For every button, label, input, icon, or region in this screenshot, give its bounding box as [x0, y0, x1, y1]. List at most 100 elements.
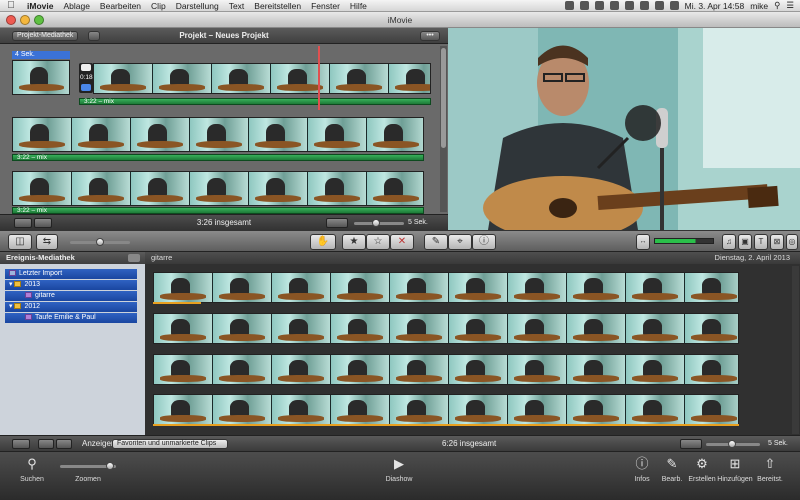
play-project-button[interactable] [34, 218, 52, 228]
project-clip-1[interactable] [12, 60, 70, 95]
swap-panes-button[interactable]: ⇆ [36, 234, 58, 250]
unmark-button[interactable]: ☆ [366, 234, 390, 250]
inspector-button[interactable]: ⓘ [472, 234, 496, 250]
event-clip-row[interactable] [153, 354, 739, 385]
scrollbar-thumb[interactable] [441, 48, 446, 148]
spotlight-icon[interactable]: ⚲ [774, 0, 780, 11]
thumbnail-person [148, 123, 167, 143]
library-item-2012[interactable]: ▾ 2012 [5, 302, 137, 312]
time-machine-icon[interactable] [609, 1, 619, 10]
slideshow-button[interactable]: Diashow [377, 476, 421, 483]
library-item-2013[interactable]: ▾ 2013 [5, 280, 137, 290]
audio-track-1[interactable]: 3:22 – mix [79, 98, 431, 105]
battery-icon[interactable] [669, 1, 679, 10]
thumbnail-guitar [136, 195, 184, 203]
share-button[interactable]: Bereitst. [748, 476, 792, 483]
library-options-button[interactable] [128, 254, 140, 262]
close-window-button[interactable] [6, 15, 16, 25]
browser-zoom-knob[interactable] [728, 440, 736, 448]
browser-waveform-button[interactable] [680, 439, 702, 449]
lock-icon[interactable] [594, 1, 604, 10]
user-name[interactable]: mike [750, 1, 768, 11]
menu-darstellung[interactable]: Darstellung [171, 1, 224, 11]
project-library-button[interactable]: Projekt-Mediathek [12, 31, 79, 41]
search-icon[interactable]: ⚲ [24, 456, 40, 472]
speaker-icon[interactable] [81, 64, 91, 71]
play-event-button[interactable] [56, 439, 72, 449]
show-library-button[interactable] [12, 439, 30, 449]
audio-mute-button[interactable]: ↔ [636, 234, 650, 250]
menu-clip[interactable]: Clip [146, 1, 171, 11]
thumbnail-person [171, 400, 190, 417]
project-toggle-button[interactable] [88, 31, 100, 41]
play-selection-button[interactable] [38, 439, 54, 449]
select-tool-button[interactable]: ✋ [310, 234, 336, 250]
menu-hilfe[interactable]: Hilfe [345, 1, 372, 11]
project-zoom-knob[interactable] [372, 219, 380, 227]
waveform-button[interactable] [326, 218, 348, 228]
menu-bearbeiten[interactable]: Bearbeiten [95, 1, 146, 11]
status-icon[interactable] [564, 1, 574, 10]
clip-gear-icon[interactable] [81, 84, 91, 91]
project-clip-3[interactable] [12, 117, 424, 152]
reject-button[interactable]: ✕ [390, 234, 414, 250]
clock[interactable]: Mi. 3. Apr 14:58 [685, 1, 745, 11]
fullscreen-button[interactable] [14, 218, 32, 228]
library-item-gitarre[interactable]: gitarre [5, 291, 137, 301]
keyword-button[interactable]: ✎ [424, 234, 448, 250]
library-item-last-import[interactable]: Letzter Import [5, 269, 137, 279]
share-icon[interactable]: ⇧ [762, 456, 778, 472]
crop-button[interactable]: ⌖ [448, 234, 472, 250]
add-icon[interactable]: ⊞ [727, 456, 743, 472]
wifi-icon[interactable] [639, 1, 649, 10]
apple-menu-icon[interactable]:  [0, 0, 22, 11]
minimize-window-button[interactable] [20, 15, 30, 25]
menu-bereitstellen[interactable]: Bereitstellen [249, 1, 306, 11]
project-clip-4[interactable] [12, 171, 424, 206]
menu-fenster[interactable]: Fenster [306, 1, 345, 11]
favorite-button[interactable]: ★ [342, 234, 366, 250]
event-clip-row[interactable] [153, 272, 739, 303]
video-viewer[interactable] [448, 28, 800, 230]
audio-track-2[interactable]: 3:22 – mix [12, 154, 424, 161]
project-clip-2[interactable] [93, 63, 431, 94]
audio-track-3[interactable]: 3:22 – mix [12, 207, 424, 214]
search-button[interactable]: Suchen [10, 476, 54, 483]
timeline-zoom-knob[interactable] [106, 462, 114, 470]
title-browser-button[interactable]: T [754, 234, 768, 250]
transition-browser-button[interactable]: ⊠ [770, 234, 784, 250]
menu-text[interactable]: Text [224, 1, 250, 11]
edit-icon[interactable]: ✎ [664, 456, 680, 472]
create-icon[interactable]: ⚙ [694, 456, 710, 472]
thumbnail-guitar [690, 293, 738, 300]
camera-import-button[interactable]: ◫ [8, 234, 32, 250]
dropbox-icon[interactable] [579, 1, 589, 10]
project-options-button[interactable]: ••• [420, 31, 440, 41]
list-icon[interactable]: ☰ [786, 0, 794, 11]
browser-scrollbar[interactable] [792, 266, 799, 434]
info-icon[interactable]: ⓘ [634, 456, 650, 472]
clip-thumbnail [331, 355, 390, 384]
clip-thumbnail [685, 355, 738, 384]
clip-settings-panel[interactable]: 0:18 [79, 63, 93, 93]
playhead[interactable] [318, 46, 320, 110]
menu-ablage[interactable]: Ablage [58, 1, 94, 11]
photo-browser-button[interactable]: ▣ [738, 234, 752, 250]
zoom-window-button[interactable] [34, 15, 44, 25]
event-library-title: Ereignis-Mediathek [6, 253, 75, 262]
menu-imovie[interactable]: iMovie [22, 1, 58, 11]
thumbnail-size-knob[interactable] [96, 238, 104, 246]
clip-thumbnail [449, 273, 508, 302]
music-browser-button[interactable]: ♫ [722, 234, 736, 250]
library-item-taufe[interactable]: Taufe Emilie & Paul [5, 313, 137, 323]
clip-filter-select[interactable]: Favoriten und unmarkierte Clips [112, 439, 228, 449]
event-clip-row[interactable] [153, 313, 739, 344]
thumbnail-guitar [631, 293, 679, 300]
map-browser-button[interactable]: ◎ [786, 234, 798, 250]
volume-icon[interactable] [654, 1, 664, 10]
play-icon[interactable]: ▶ [391, 456, 407, 472]
project-scrollbar[interactable] [440, 46, 447, 212]
clip-thumbnail [213, 355, 272, 384]
bluetooth-icon[interactable] [624, 1, 634, 10]
event-clip-row[interactable] [153, 394, 739, 425]
